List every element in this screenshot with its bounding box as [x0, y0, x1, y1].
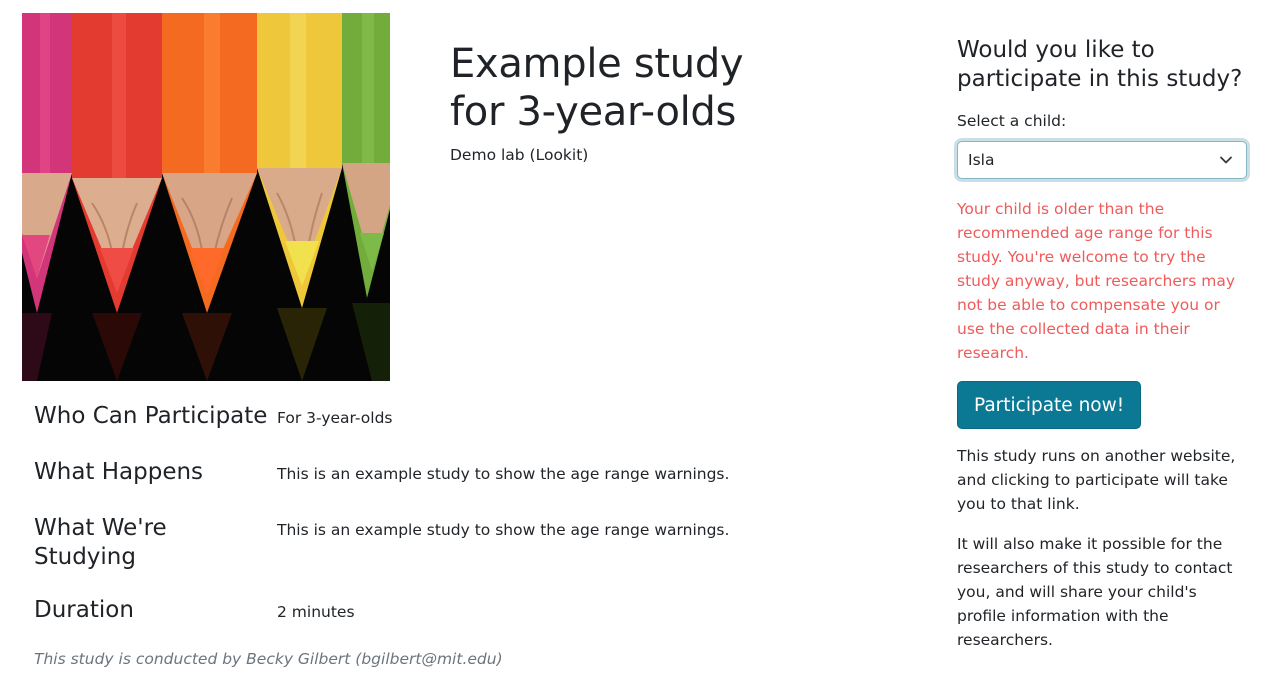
study-title-line-1: Example study [450, 41, 744, 87]
detail-value: For 3-year-olds [277, 409, 393, 427]
child-select[interactable]: Isla [957, 141, 1247, 179]
detail-label: Duration [34, 597, 134, 623]
participate-question-line-1: Would you like to [957, 37, 1155, 63]
study-title-line-2: for 3-year-olds [450, 89, 737, 135]
detail-label: What We're Studying [34, 514, 270, 572]
detail-value: 2 minutes [277, 603, 355, 621]
study-header: Example study for 3-year-olds Demo lab (… [450, 40, 870, 165]
contact-permission-info: It will also make it possible for the re… [957, 535, 1233, 649]
external-site-info: This study runs on another website, and … [957, 447, 1236, 513]
detail-value: This is an example study to show the age… [277, 465, 730, 483]
colored-pencils-image [22, 13, 390, 381]
lab-name: Demo lab (Lookit) [450, 146, 589, 164]
participate-question: Would you like to participate in this st… [957, 36, 1253, 94]
participation-panel: Would you like to participate in this st… [957, 36, 1253, 652]
researcher-credit: This study is conducted by Becky Gilbert… [34, 650, 503, 668]
child-select-wrapper[interactable]: Isla [957, 141, 1247, 179]
detail-value: This is an example study to show the age… [277, 521, 730, 539]
detail-label: Who Can Participate [34, 403, 268, 429]
chevron-down-icon [1220, 156, 1232, 164]
participate-now-button[interactable]: Participate now! [957, 381, 1142, 429]
age-range-warning: Your child is older than the recommended… [957, 200, 1236, 362]
detail-label-line-1: What We're [34, 515, 167, 541]
study-title: Example study for 3-year-olds [450, 40, 870, 136]
participate-question-line-2: participate in this study? [957, 66, 1243, 92]
select-child-label: Select a child: [957, 112, 1067, 130]
detail-label: What Happens [34, 459, 204, 485]
study-detail-page: Example study for 3-year-olds Demo lab (… [0, 0, 1282, 687]
detail-label-line-2: Studying [34, 544, 136, 570]
